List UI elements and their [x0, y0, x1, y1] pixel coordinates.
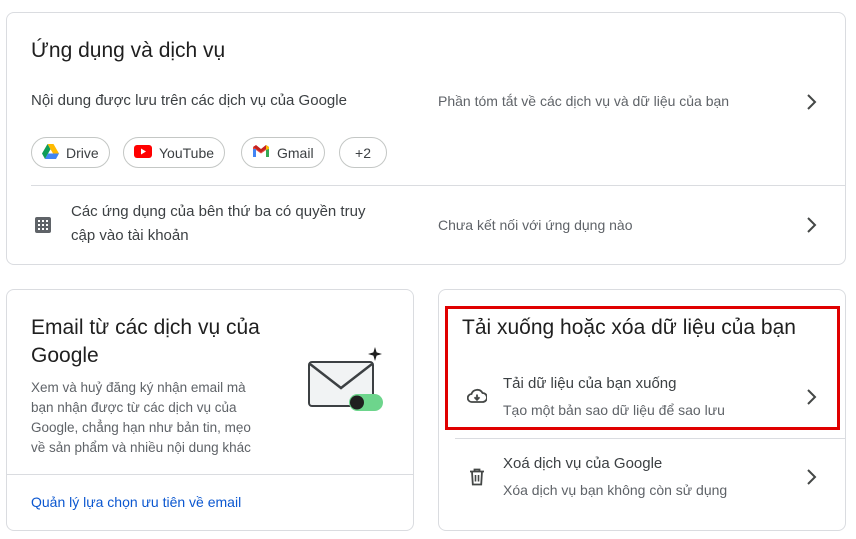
apps-services-card: Ứng dụng và dịch vụ Nội dung được lưu tr…	[6, 12, 846, 265]
chip-more-label: +2	[355, 144, 371, 161]
chevron-right-icon	[805, 469, 817, 485]
delete-service-row[interactable]: Xoá dịch vụ của Google Xóa dịch vụ bạn k…	[439, 448, 845, 508]
apps-card-title: Ứng dụng và dịch vụ	[31, 39, 226, 62]
chevron-right-icon	[805, 94, 817, 110]
chip-gmail[interactable]: Gmail	[241, 137, 325, 168]
third-party-label-line1: Các ứng dụng của bên thứ ba có quyền tru…	[71, 203, 366, 220]
delete-service-label: Xoá dịch vụ của Google	[503, 455, 663, 472]
chip-gmail-label: Gmail	[277, 144, 314, 161]
saved-content-row[interactable]: Nội dung được lưu trên các dịch vụ của G…	[7, 83, 845, 123]
email-card-desc-3: Google, chẳng hạn như bản tin, mẹo	[31, 420, 251, 435]
divider	[455, 438, 845, 439]
email-card-desc-2: bạn nhận được từ các dịch vụ của	[31, 400, 237, 415]
chip-youtube[interactable]: YouTube	[123, 137, 226, 168]
youtube-icon	[134, 144, 152, 161]
highlight-box	[445, 306, 840, 430]
google-drive-icon	[42, 143, 59, 162]
email-toggle-illustration	[305, 344, 385, 419]
chip-drive[interactable]: Drive	[31, 137, 110, 168]
gmail-icon	[252, 144, 270, 161]
chevron-right-icon	[805, 217, 817, 233]
email-card-title-line1: Email từ các dịch vụ của	[31, 316, 260, 339]
trash-icon	[469, 468, 485, 491]
email-card-desc-4: về sản phẩm và nhiều nội dung khác	[31, 440, 251, 455]
email-card-title-line2: Google	[31, 344, 99, 367]
saved-content-summary: Phần tóm tắt về các dịch vụ và dữ liệu c…	[438, 93, 730, 109]
email-card-desc-1: Xem và huỷ đăng ký nhận email mà	[31, 380, 246, 395]
divider	[31, 185, 845, 186]
chip-more[interactable]: +2	[339, 137, 387, 168]
divider	[7, 474, 413, 475]
third-party-label-line2: cập vào tài khoản	[71, 227, 189, 244]
apps-grid-icon	[35, 217, 51, 238]
chip-youtube-label: YouTube	[159, 144, 215, 161]
email-preferences-card: Email từ các dịch vụ của Google Xem và h…	[6, 289, 414, 531]
third-party-apps-row[interactable]: Các ứng dụng của bên thứ ba có quyền tru…	[7, 195, 845, 257]
third-party-status: Chưa kết nối với ứng dụng nào	[438, 217, 633, 233]
delete-service-sub: Xóa dịch vụ bạn không còn sử dụng	[503, 482, 728, 498]
manage-email-preferences-link[interactable]: Quản lý lựa chọn ưu tiên về email	[31, 494, 241, 510]
chip-drive-label: Drive	[66, 144, 99, 161]
saved-content-label: Nội dung được lưu trên các dịch vụ của G…	[31, 92, 347, 109]
